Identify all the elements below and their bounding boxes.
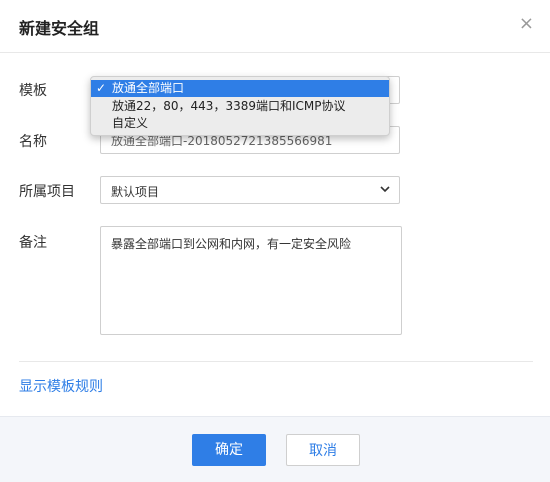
dropdown-option-custom[interactable]: 自定义	[91, 115, 389, 132]
remark-textarea[interactable]: 暴露全部端口到公网和内网，有一定安全风险	[100, 226, 402, 335]
template-dropdown-menu: ✓ 放通全部端口 放通22，80，443，3389端口和ICMP协议 自定义	[90, 76, 390, 136]
name-label: 名称	[19, 134, 47, 150]
remark-label: 备注	[19, 235, 47, 251]
checkmark-icon: ✓	[96, 81, 107, 95]
template-label: 模板	[19, 83, 47, 99]
dialog-header: 新建安全组 ×	[0, 0, 550, 53]
dialog-title: 新建安全组	[19, 19, 100, 38]
show-template-rules-link[interactable]: 显示模板规则	[19, 376, 103, 396]
dropdown-option-label: 放通22，80，443，3389端口和ICMP协议	[112, 99, 346, 113]
chevron-down-icon	[380, 186, 390, 193]
dialog-footer: 确定 取消	[0, 416, 550, 482]
close-icon[interactable]: ×	[519, 14, 534, 34]
confirm-button[interactable]: 确定	[192, 434, 266, 466]
dropdown-option-label: 自定义	[112, 116, 149, 130]
dropdown-option-common-ports[interactable]: 放通22，80，443，3389端口和ICMP协议	[91, 98, 389, 115]
project-select[interactable]: 默认项目	[100, 176, 400, 204]
divider	[19, 361, 533, 362]
dropdown-option-label: 放通全部端口	[112, 81, 185, 95]
dropdown-option-open-all[interactable]: ✓ 放通全部端口	[91, 80, 389, 97]
remark-textarea-value: 暴露全部端口到公网和内网，有一定安全风险	[111, 237, 352, 251]
project-select-value: 默认项目	[111, 185, 160, 199]
project-label: 所属项目	[19, 184, 75, 200]
cancel-button[interactable]: 取消	[286, 434, 360, 466]
